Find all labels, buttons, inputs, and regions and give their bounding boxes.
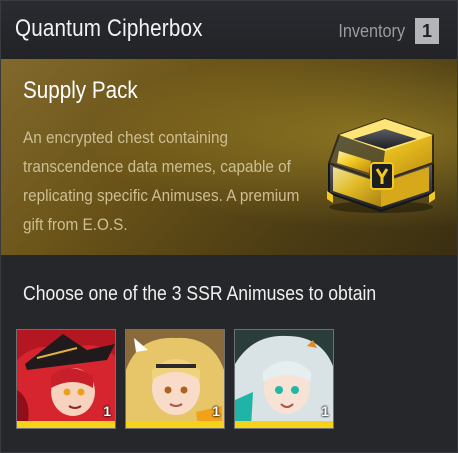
animus-option-1[interactable]: 1 bbox=[16, 329, 116, 429]
item-description: An encrypted chest containing transcende… bbox=[23, 128, 300, 234]
choice-prompt: Choose one of the 3 SSR Animuses to obta… bbox=[23, 283, 377, 305]
rarity-bar bbox=[17, 421, 115, 428]
item-detail-panel: Quantum Cipherbox Inventory 1 Supply Pac… bbox=[0, 0, 458, 453]
animus-options: 1 1 1 bbox=[16, 329, 346, 429]
item-name: Supply Pack bbox=[23, 77, 138, 104]
animus-option-2[interactable]: 1 bbox=[125, 329, 225, 429]
panel-title: Quantum Cipherbox bbox=[15, 15, 203, 42]
option-quantity: 1 bbox=[103, 403, 111, 419]
animus-option-3[interactable]: 1 bbox=[234, 329, 334, 429]
golden-chest-icon bbox=[327, 117, 435, 213]
rarity-bar bbox=[235, 421, 333, 428]
animus-portrait-silver-hair bbox=[235, 330, 333, 428]
item-banner: Supply Pack An encrypted chest containin… bbox=[1, 59, 457, 255]
inventory-label: Inventory bbox=[338, 21, 405, 41]
inventory-count-badge: 1 bbox=[415, 18, 439, 44]
panel-header: Quantum Cipherbox Inventory 1 bbox=[1, 1, 457, 60]
animus-portrait-red-witch bbox=[17, 330, 115, 428]
option-quantity: 1 bbox=[212, 403, 220, 419]
rarity-bar bbox=[126, 421, 224, 428]
option-quantity: 1 bbox=[321, 403, 329, 419]
animus-portrait-blonde bbox=[126, 330, 224, 428]
